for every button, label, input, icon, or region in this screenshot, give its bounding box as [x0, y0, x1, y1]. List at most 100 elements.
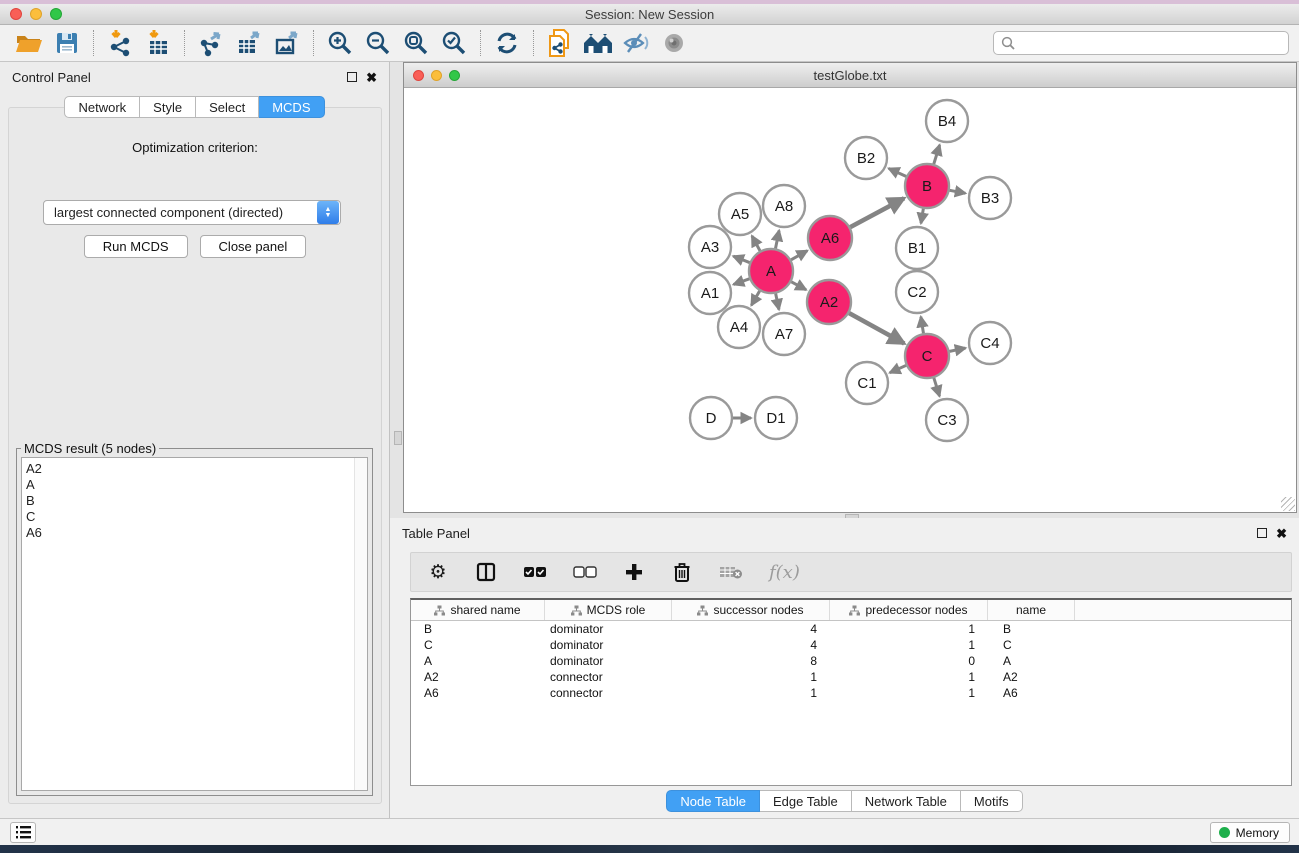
- copy-network-button[interactable]: [541, 27, 579, 59]
- export-table-button[interactable]: [230, 27, 268, 59]
- edge-A6-B[interactable]: [850, 198, 904, 227]
- edge-A-A8[interactable]: [776, 231, 780, 249]
- float-panel-icon[interactable]: [347, 72, 357, 82]
- tab-network-table[interactable]: Network Table: [852, 790, 961, 812]
- minimize-network-button[interactable]: [431, 70, 442, 81]
- close-panel-button[interactable]: Close panel: [200, 235, 307, 258]
- tab-style[interactable]: Style: [140, 96, 196, 118]
- mcds-result-item[interactable]: B: [26, 493, 367, 509]
- table-cell[interactable]: 0: [830, 654, 988, 668]
- hide-selected-button[interactable]: [617, 27, 655, 59]
- table-cell[interactable]: 1: [830, 622, 988, 636]
- table-row[interactable]: A2connector11A2: [411, 669, 1291, 685]
- add-column-button[interactable]: [623, 560, 645, 584]
- network-window-titlebar[interactable]: testGlobe.txt: [404, 63, 1296, 88]
- import-table-button[interactable]: [139, 27, 177, 59]
- close-panel-icon[interactable]: ✖: [366, 71, 377, 84]
- mcds-result-list[interactable]: A2ABCA6: [21, 457, 368, 791]
- table-row[interactable]: Cdominator41C: [411, 637, 1291, 653]
- edge-A-A3[interactable]: [733, 256, 749, 262]
- edge-A-A2[interactable]: [791, 282, 806, 290]
- edge-C-C1[interactable]: [890, 365, 906, 372]
- delete-table-button[interactable]: [719, 560, 743, 584]
- close-network-button[interactable]: [413, 70, 424, 81]
- edge-A-A4[interactable]: [751, 291, 759, 305]
- save-session-button[interactable]: [48, 27, 86, 59]
- tab-edge-table[interactable]: Edge Table: [760, 790, 852, 812]
- edge-C-C3[interactable]: [934, 378, 940, 396]
- column-header-name[interactable]: name: [988, 600, 1075, 620]
- column-header-shared-name[interactable]: shared name: [411, 600, 545, 620]
- tab-node-table[interactable]: Node Table: [666, 790, 760, 812]
- criterion-dropdown[interactable]: largest connected component (directed) ▲…: [43, 200, 341, 225]
- minimize-window-button[interactable]: [30, 8, 42, 20]
- memory-button[interactable]: Memory: [1210, 822, 1290, 843]
- table-cell[interactable]: connector: [545, 686, 672, 700]
- select-all-button[interactable]: [523, 560, 547, 584]
- result-scrollbar[interactable]: [354, 458, 367, 790]
- edge-B-B4[interactable]: [934, 145, 940, 164]
- close-table-panel-icon[interactable]: ✖: [1276, 527, 1287, 540]
- edge-B-B3[interactable]: [950, 190, 966, 193]
- import-network-button[interactable]: [101, 27, 139, 59]
- table-cell[interactable]: C: [411, 638, 545, 652]
- split-view-button[interactable]: [475, 560, 497, 584]
- edge-A-A7[interactable]: [776, 294, 779, 310]
- node-table[interactable]: shared nameMCDS rolesuccessor nodesprede…: [410, 598, 1292, 786]
- show-all-button[interactable]: [655, 27, 693, 59]
- zoom-selected-button[interactable]: [435, 27, 473, 59]
- search-input[interactable]: [1020, 36, 1281, 50]
- table-cell[interactable]: B: [411, 622, 545, 636]
- table-cell[interactable]: A: [411, 654, 545, 668]
- export-image-button[interactable]: [268, 27, 306, 59]
- edge-A-A1[interactable]: [734, 279, 750, 285]
- edge-A-A6[interactable]: [791, 251, 807, 260]
- zoom-fit-button[interactable]: [397, 27, 435, 59]
- table-cell[interactable]: 1: [830, 670, 988, 684]
- mcds-result-item[interactable]: A: [26, 477, 367, 493]
- run-mcds-button[interactable]: Run MCDS: [84, 235, 188, 258]
- table-cell[interactable]: dominator: [545, 654, 672, 668]
- function-builder-button[interactable]: f(x): [769, 560, 800, 584]
- table-cell[interactable]: A: [988, 654, 1075, 668]
- table-cell[interactable]: 1: [672, 686, 830, 700]
- table-cell[interactable]: 1: [830, 686, 988, 700]
- table-cell[interactable]: A6: [988, 686, 1075, 700]
- vertical-splitter-handle[interactable]: [394, 431, 402, 445]
- column-header-MCDS-role[interactable]: MCDS role: [545, 600, 672, 620]
- table-cell[interactable]: C: [988, 638, 1075, 652]
- tab-motifs[interactable]: Motifs: [961, 790, 1023, 812]
- table-cell[interactable]: 1: [830, 638, 988, 652]
- home-layout-button[interactable]: [579, 27, 617, 59]
- tab-mcds[interactable]: MCDS: [259, 96, 324, 118]
- table-cell[interactable]: A2: [988, 670, 1075, 684]
- mcds-result-item[interactable]: A2: [26, 461, 367, 477]
- window-resize-grip[interactable]: [1281, 497, 1295, 511]
- refresh-button[interactable]: [488, 27, 526, 59]
- table-cell[interactable]: connector: [545, 670, 672, 684]
- delete-column-button[interactable]: [671, 560, 693, 584]
- mcds-result-item[interactable]: A6: [26, 525, 367, 541]
- window-titlebar[interactable]: Session: New Session: [0, 4, 1299, 25]
- edge-B-B2[interactable]: [889, 168, 906, 176]
- table-cell[interactable]: 8: [672, 654, 830, 668]
- export-network-button[interactable]: [192, 27, 230, 59]
- task-history-button[interactable]: [10, 822, 36, 843]
- edge-C-C4[interactable]: [950, 348, 966, 351]
- table-cell[interactable]: dominator: [545, 638, 672, 652]
- zoom-in-button[interactable]: [321, 27, 359, 59]
- zoom-network-button[interactable]: [449, 70, 460, 81]
- table-cell[interactable]: A2: [411, 670, 545, 684]
- table-row[interactable]: A6connector11A6: [411, 685, 1291, 701]
- table-settings-button[interactable]: ⚙: [427, 560, 449, 584]
- toolbar-search[interactable]: [993, 31, 1289, 55]
- mcds-result-item[interactable]: C: [26, 509, 367, 525]
- table-cell[interactable]: dominator: [545, 622, 672, 636]
- open-session-button[interactable]: [10, 27, 48, 59]
- table-cell[interactable]: 1: [672, 670, 830, 684]
- tab-network[interactable]: Network: [64, 96, 140, 118]
- float-table-panel-icon[interactable]: [1257, 528, 1267, 538]
- tab-select[interactable]: Select: [196, 96, 259, 118]
- network-canvas[interactable]: AA1A2A3A4A5A6A7A8BB1B2B3B4CC1C2C3C4DD1: [404, 89, 1296, 512]
- table-row[interactable]: Bdominator41B: [411, 621, 1291, 637]
